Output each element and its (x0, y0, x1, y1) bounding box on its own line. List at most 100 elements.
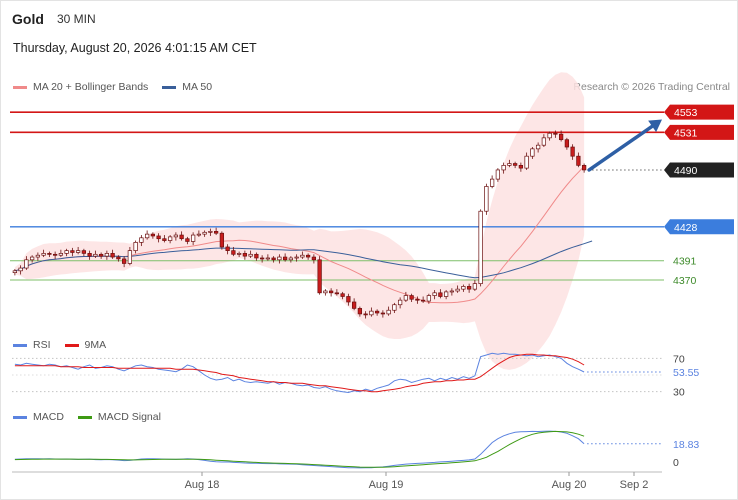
candle-body (386, 309, 391, 315)
candle-body (305, 254, 311, 258)
candle-body (472, 283, 478, 290)
candle-body (219, 232, 225, 248)
candle-body (81, 250, 87, 254)
candle-body (328, 290, 334, 294)
level-label-4490: 4490 (674, 165, 698, 177)
current-value-label: 18.83 (673, 439, 699, 451)
candle-body (351, 301, 357, 309)
macd-tick-zero: 0 (673, 457, 679, 469)
candle-body (259, 257, 265, 260)
candle-body (144, 233, 150, 239)
candle-body (93, 253, 98, 257)
rsi-tick-30: 30 (673, 387, 685, 399)
candle-body (334, 292, 340, 295)
candle-body (392, 304, 397, 311)
candle-body (403, 295, 409, 301)
candle-body (558, 133, 564, 141)
candle-body (530, 148, 535, 157)
candle-body (300, 254, 305, 258)
candle-body (466, 286, 472, 290)
candle-body (443, 291, 449, 297)
candle-body (179, 234, 184, 240)
candle-body (420, 299, 426, 302)
candle-body (461, 286, 466, 290)
candle-body (196, 233, 202, 236)
candle-body (282, 256, 288, 261)
candle-body (236, 253, 242, 255)
candle-body (104, 253, 110, 257)
bollinger-band-area (14, 72, 585, 370)
candle-body (541, 137, 547, 146)
x-tick-label: Sep 2 (620, 479, 649, 491)
candle-body (449, 290, 455, 293)
candle-body (133, 242, 138, 251)
candle-body (18, 267, 23, 272)
candle-body (52, 253, 58, 256)
candle-body (64, 250, 69, 254)
candle-body (185, 238, 190, 242)
candle-body (397, 299, 403, 306)
level-label-4370: 4370 (673, 275, 697, 287)
x-tick-label: Aug 20 (552, 479, 587, 491)
candle-body (323, 290, 328, 294)
level-label-4391: 4391 (673, 256, 697, 268)
candle-body (167, 236, 173, 241)
candle-body (507, 163, 512, 166)
candle-body (116, 256, 121, 260)
candle-body (47, 253, 52, 255)
candle-body (70, 250, 75, 253)
macd-series-line-1 (14, 430, 585, 468)
candle-body (357, 308, 363, 315)
candle-body (242, 253, 248, 257)
candle-body (190, 234, 196, 242)
chart-canvas[interactable]: 455345314490442843914370 703053.55 018.8… (0, 0, 738, 500)
trend-arrow (587, 119, 662, 172)
x-axis: Aug 18 Aug 19 Aug 20 Sep 2 (12, 471, 662, 491)
candle-body (98, 253, 104, 257)
candle-body (24, 259, 29, 269)
candle-body (162, 238, 167, 241)
candle-body (173, 234, 179, 238)
candle-body (271, 257, 276, 261)
candle-body (426, 295, 432, 302)
price-badges: 4553 4531 4490 4428 4391 4370 (664, 104, 734, 287)
candle-body (570, 146, 575, 157)
candle-body (225, 246, 230, 251)
candle-body (110, 253, 115, 258)
x-tick-label: Aug 19 (369, 479, 404, 491)
candle-body (524, 155, 529, 169)
candle-body (35, 254, 41, 258)
candle-body (363, 313, 368, 316)
candle-body (75, 250, 81, 253)
candle-body (265, 257, 271, 260)
candle-body (156, 235, 161, 240)
candle-body (553, 132, 558, 135)
candle-body (512, 163, 518, 166)
macd-series-line-0 (14, 430, 585, 469)
candle-body (150, 233, 156, 237)
candle-body (380, 312, 386, 315)
rsi-panel: 70 30 53.55 (12, 352, 699, 399)
candle-body (484, 186, 489, 212)
candle-body (87, 253, 92, 257)
bollinger-band-fill (14, 72, 585, 370)
candle-body (438, 292, 443, 297)
candle-body (340, 293, 345, 297)
candle-body (248, 253, 253, 257)
candle-body (277, 256, 282, 261)
candle-body (202, 231, 207, 235)
candle-body (58, 253, 64, 256)
candle-body (121, 258, 127, 264)
candle-body (213, 231, 219, 234)
candle-body (455, 288, 460, 292)
candle-body (29, 256, 35, 261)
candle-body (127, 250, 133, 264)
candle-body (311, 256, 317, 261)
x-tick-label: Aug 18 (185, 479, 220, 491)
candle-body (581, 165, 587, 171)
candle-body (501, 165, 506, 171)
candle-body (547, 132, 552, 139)
candle-body (41, 253, 46, 256)
candle-body (432, 292, 437, 296)
candle-body (317, 259, 322, 294)
